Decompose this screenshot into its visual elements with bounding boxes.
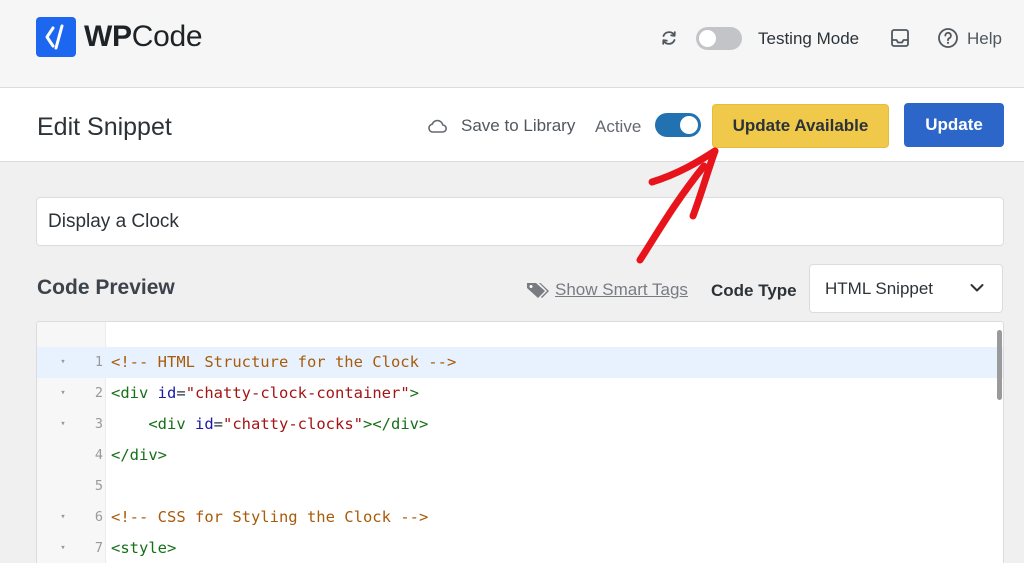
code-line[interactable]: ▾ 1 <!-- HTML Structure for the Clock --… [37,347,1003,378]
code-eq: = [176,384,186,402]
testing-mode-label: Testing Mode [758,29,860,48]
wpcode-logo-icon [36,17,76,57]
code-type-label: Code Type [711,281,797,300]
edit-snippet-bar: Edit Snippet Save to Library Active Upda… [0,88,1024,162]
code-tag: ></div> [363,415,429,433]
inbox-icon[interactable] [889,27,911,49]
cloud-icon[interactable] [426,117,448,135]
code-string: "chatty-clocks" [223,415,363,433]
line-number: 3 [94,416,103,432]
code-string: "chatty-clock-container" [185,384,410,402]
code-line[interactable]: 5 [37,471,1003,502]
chevron-down-icon [970,284,984,292]
line-number: 5 [94,478,103,494]
help-link[interactable]: Help [967,29,1002,49]
code-eq: = [213,415,224,433]
tag-icon[interactable] [525,280,551,300]
top-header: WPCode Testing Mode Help [0,0,1024,88]
page-title: Edit Snippet [37,113,172,141]
annotation-arrow-icon [636,147,719,264]
testing-mode-toggle[interactable] [696,27,742,50]
code-tag: <div [111,384,158,402]
code-tag: </div> [111,446,167,464]
code-attr: id [157,384,177,402]
line-number: 7 [94,540,103,556]
code-line[interactable]: ▾ 7 <style> [37,533,1003,563]
code-line[interactable]: ▾ 3 <div id="chatty-clocks"></div> [37,409,1003,440]
line-number: 2 [94,385,103,401]
toggle-knob [680,116,698,134]
line-number: 4 [94,447,103,463]
help-icon[interactable] [937,27,959,49]
line-number: 6 [94,509,103,525]
code-comment: <!-- HTML Structure for the Clock --> [111,353,457,371]
fold-arrow-icon[interactable]: ▾ [57,409,69,440]
active-label: Active [595,117,642,136]
fold-arrow-icon[interactable]: ▾ [57,378,69,409]
update-button[interactable]: Update [904,103,1004,147]
save-to-library-button[interactable]: Save to Library [461,116,575,136]
line-number: 1 [94,354,103,370]
code-tag: > [409,384,419,402]
code-preview-heading: Code Preview [37,276,175,299]
toggle-knob [699,30,716,47]
editor-scrollbar[interactable] [997,330,1002,400]
fold-arrow-icon[interactable]: ▾ [57,347,69,378]
code-comment: <!-- CSS for Styling the Clock --> [111,508,429,526]
code-line[interactable]: ▾ 2 <div id="chatty-clock-container"> [37,378,1003,409]
code-tag: <style> [111,539,177,557]
fold-arrow-icon[interactable]: ▾ [57,533,69,563]
code-line[interactable]: ▾ 6 <!-- CSS for Styling the Clock --> [37,502,1003,533]
fold-arrow-icon[interactable]: ▾ [57,502,69,533]
update-available-button[interactable]: Update Available [712,104,889,148]
code-type-select[interactable]: HTML Snippet [809,264,1003,313]
code-attr: id [195,415,214,433]
code-editor[interactable]: ▾ 1 <!-- HTML Structure for the Clock --… [36,321,1004,563]
refresh-icon[interactable] [659,28,679,48]
code-tag: <div [148,415,195,433]
code-line[interactable]: 4 </div> [37,440,1003,471]
code-type-value: HTML Snippet [825,278,934,298]
show-smart-tags-link[interactable]: Show Smart Tags [555,280,688,300]
snippet-title-input[interactable]: Display a Clock [36,197,1004,246]
wpcode-logo-text: WPCode [84,20,203,53]
active-toggle[interactable] [655,113,701,137]
